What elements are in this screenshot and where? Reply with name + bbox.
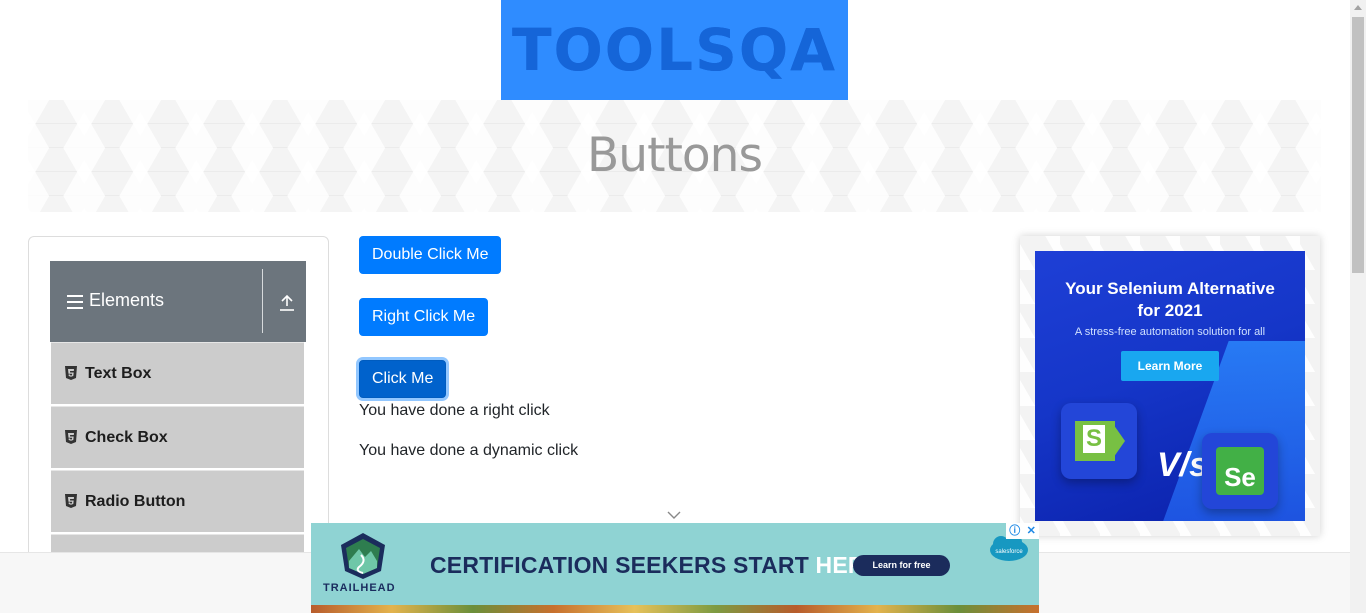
katalon-logo: S (1061, 403, 1137, 479)
header-divider (262, 269, 263, 333)
scroll-up-arrow-icon[interactable] (1354, 5, 1362, 10)
toolsqa-logo[interactable]: TOOLSQA (501, 0, 848, 100)
ad-close-controls[interactable]: ⓘ ✕ (1006, 523, 1039, 539)
adchoices-icon[interactable]: ⓘ (1009, 524, 1020, 538)
salesforce-text: salesforce (995, 549, 1023, 555)
learn-for-free-button[interactable]: Learn for free (853, 555, 950, 576)
katalon-arrow (1111, 421, 1125, 461)
sidebar-item-check-box[interactable]: Check Box (51, 406, 304, 468)
sidebar-item-label: Text Box (85, 365, 152, 382)
dynamic-click-message: You have done a dynamic click (359, 442, 579, 459)
vertical-scrollbar[interactable] (1350, 0, 1366, 613)
html5-icon (65, 494, 77, 508)
group-header-elements[interactable]: Elements (50, 261, 306, 342)
side-ad-subtitle: A stress-free automation solution for al… (1074, 326, 1266, 338)
bottom-ad-headline: CERTIFICATION SEEKERS START HERE. (430, 552, 887, 579)
katalon-letter: S (1083, 425, 1105, 453)
close-icon[interactable]: ✕ (1027, 524, 1036, 538)
double-click-button[interactable]: Double Click Me (359, 236, 502, 274)
right-click-button[interactable]: Right Click Me (359, 298, 489, 336)
scrollbar-thumb[interactable] (1352, 17, 1364, 273)
group-title: Elements (89, 290, 165, 310)
sidebar-item-label: Radio Button (85, 493, 186, 510)
html5-icon (65, 430, 77, 444)
collapse-upload-icon[interactable] (278, 294, 296, 312)
html5-icon (65, 366, 77, 380)
selenium-mark: Se (1216, 447, 1264, 495)
trailhead-brand: TRAILHEAD (323, 582, 396, 594)
side-ad-creative[interactable]: Your Selenium Alternative for 2021 A str… (1035, 251, 1305, 521)
ad-foliage-strip (311, 605, 1039, 613)
right-click-message: You have done a right click (359, 402, 550, 419)
headline-main: CERTIFICATION SEEKERS START (430, 552, 816, 578)
selenium-logo: Se (1202, 433, 1278, 509)
click-me-button[interactable]: Click Me (359, 360, 447, 398)
sidebar-item-text-box[interactable]: Text Box (51, 342, 304, 404)
chevron-down-icon[interactable] (666, 510, 682, 520)
logo-wordmark: TOOLSQA (511, 16, 838, 84)
side-ad-title-line1: Your Selenium Alternative (1065, 279, 1275, 298)
learn-more-button[interactable]: Learn More (1121, 351, 1219, 381)
side-ad-title: Your Selenium Alternative for 2021 (1035, 278, 1305, 322)
side-ad-title-line2: for 2021 (1137, 301, 1203, 320)
versus-text: V/s (1157, 446, 1209, 484)
sidebar-item-radio-button[interactable]: Radio Button (51, 470, 304, 532)
trailhead-logo-icon (341, 533, 385, 579)
page-title: Buttons (587, 128, 763, 183)
sidebar-item-label: Check Box (85, 429, 168, 446)
side-advertisement[interactable]: Your Selenium Alternative for 2021 A str… (1020, 236, 1320, 536)
page: TOOLSQA Buttons Elements Text Box Check … (0, 0, 1366, 613)
left-sidebar: Elements Text Box Check Box Radio Button (28, 236, 329, 596)
page-banner: Buttons (28, 100, 1321, 212)
hamburger-icon (67, 295, 83, 309)
logo-text: TOOLSQA (512, 16, 837, 84)
bottom-advertisement[interactable]: TRAILHEAD CERTIFICATION SEEKERS START HE… (311, 523, 1039, 613)
